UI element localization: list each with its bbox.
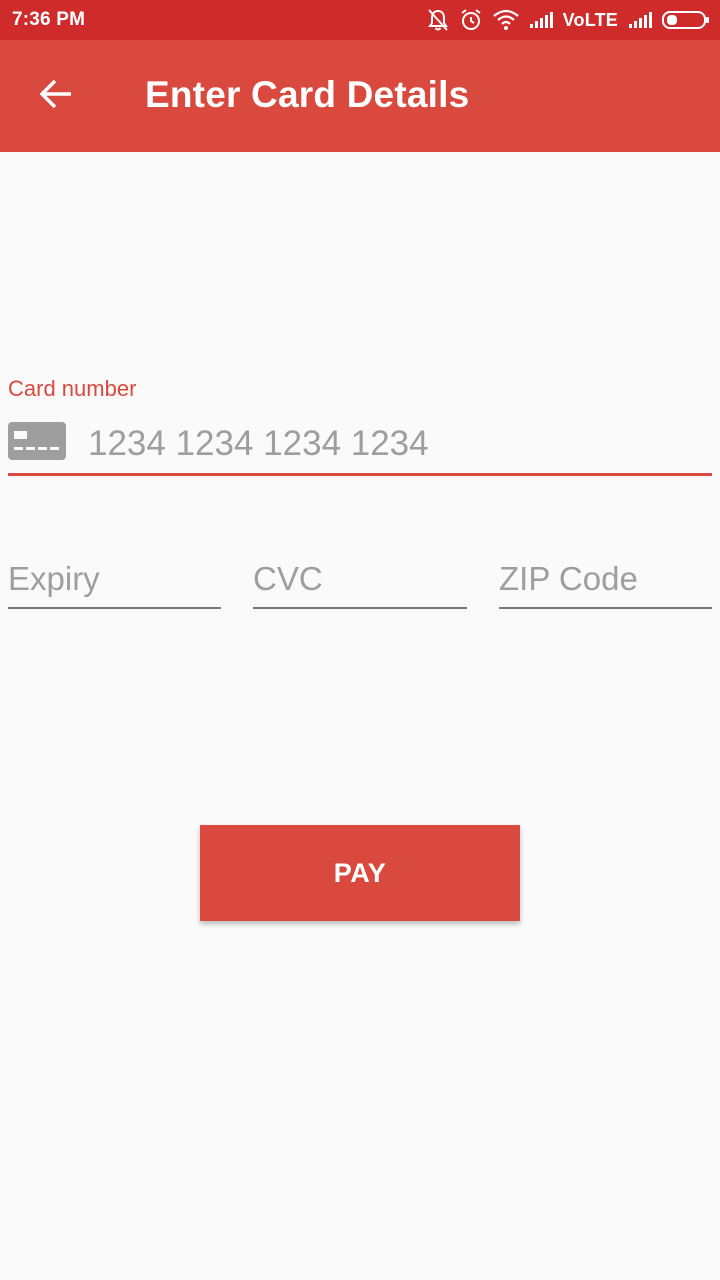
wifi-icon xyxy=(492,9,519,31)
status-bar: 7:36 PM VoLTE xyxy=(0,0,720,40)
card-number-label: Card number xyxy=(8,376,137,401)
expiry-input[interactable] xyxy=(8,556,221,602)
pay-button[interactable]: PAY xyxy=(200,825,520,921)
cvc-input[interactable] xyxy=(253,556,467,602)
cvc-field[interactable] xyxy=(253,556,467,609)
signal-icon xyxy=(529,11,553,29)
bell-off-icon xyxy=(427,8,449,32)
network-type-label: VoLTE xyxy=(562,9,618,30)
app-bar: Enter Card Details xyxy=(0,40,720,152)
credit-card-icon xyxy=(8,422,66,460)
card-number-input[interactable] xyxy=(88,422,688,466)
status-icons: VoLTE xyxy=(427,6,710,34)
expiry-field[interactable] xyxy=(8,556,221,609)
back-button[interactable] xyxy=(28,72,84,120)
zip-code-field[interactable] xyxy=(499,556,712,609)
signal-icon xyxy=(628,11,652,29)
card-number-field[interactable] xyxy=(8,416,712,476)
page-title: Enter Card Details xyxy=(145,74,470,115)
zip-code-input[interactable] xyxy=(499,556,712,602)
battery-icon xyxy=(662,10,710,30)
arrow-left-icon xyxy=(38,78,74,115)
status-time: 7:36 PM xyxy=(12,9,86,30)
alarm-icon xyxy=(459,8,483,32)
